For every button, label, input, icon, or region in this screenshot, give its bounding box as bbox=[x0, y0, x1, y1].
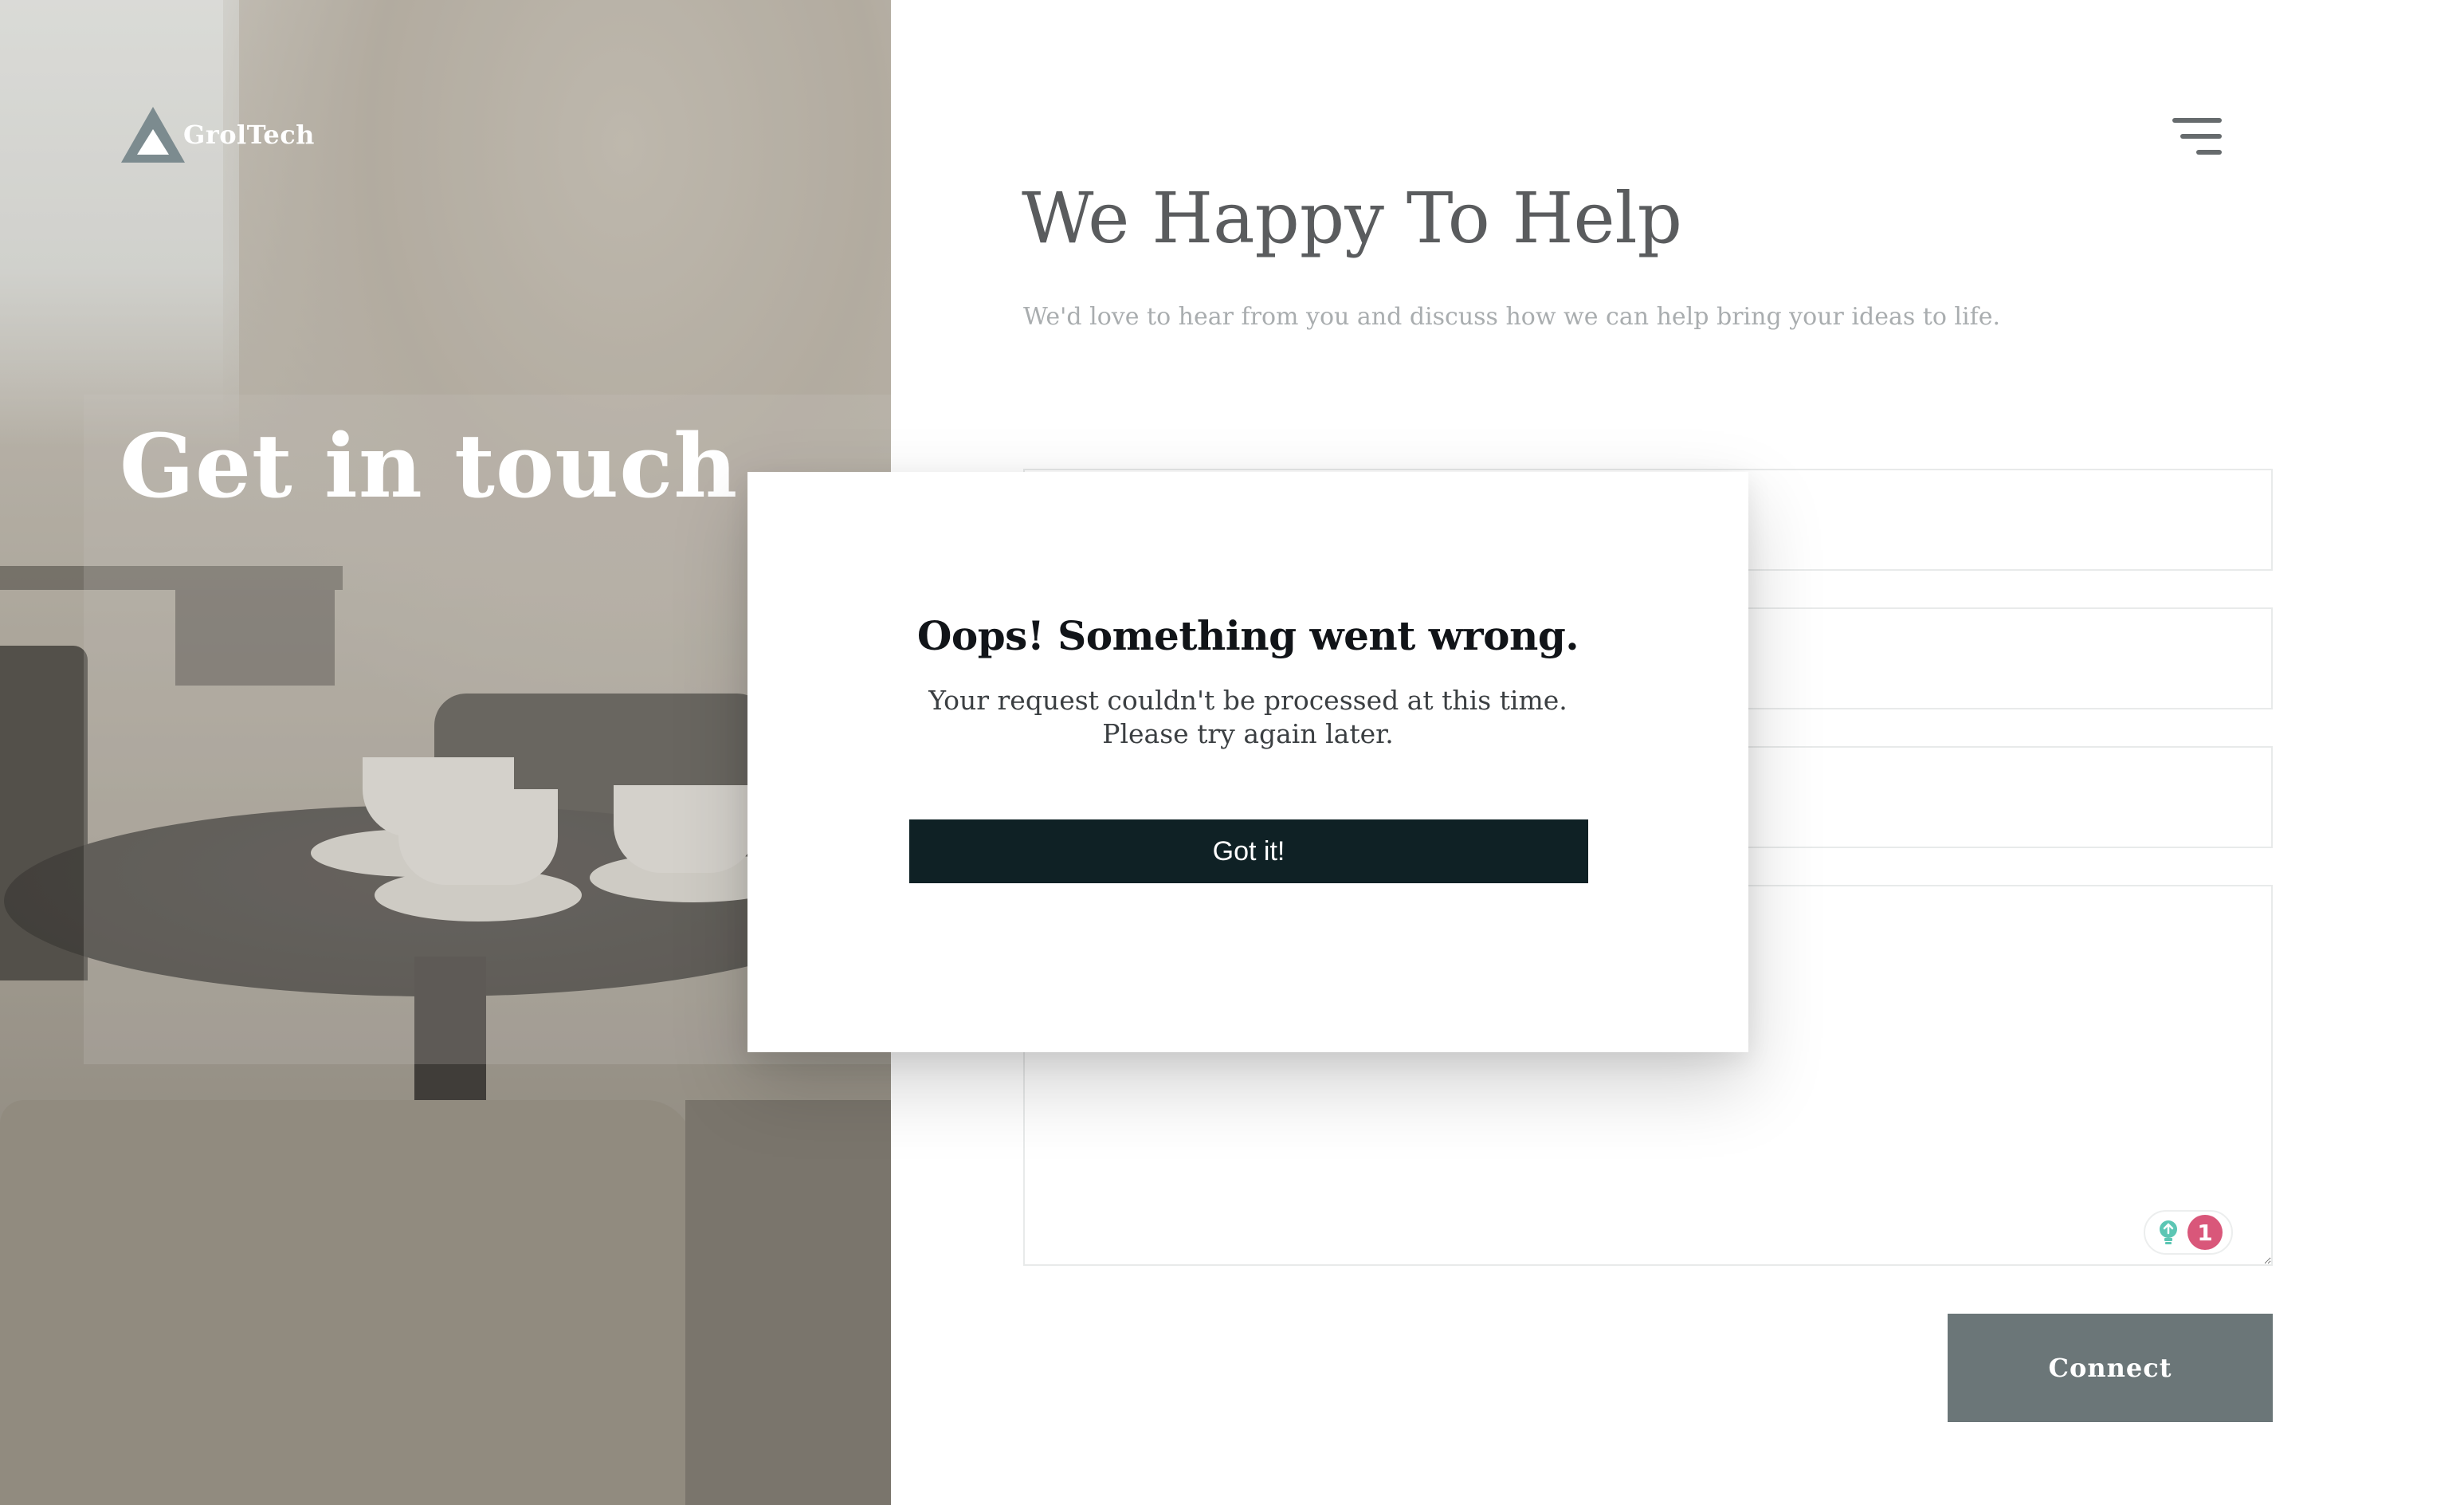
hero-heading: Get in touch bbox=[120, 415, 739, 517]
error-modal: Oops! Something went wrong. Your request… bbox=[747, 472, 1748, 1052]
modal-message: Your request couldn't be processed at th… bbox=[928, 685, 1567, 749]
page-title: We Happy To Help bbox=[1022, 177, 1682, 259]
lightbulb-icon bbox=[2160, 1220, 2177, 1244]
brand-logo[interactable]: GrolTech bbox=[120, 105, 315, 164]
hamburger-menu-icon bbox=[2172, 118, 2222, 123]
modal-title: Oops! Something went wrong. bbox=[916, 612, 1579, 659]
connect-button[interactable]: Connect bbox=[1948, 1314, 2273, 1422]
grammar-extension-badge[interactable]: 1 bbox=[2144, 1210, 2233, 1255]
brand-name: GrolTech bbox=[183, 120, 315, 150]
page: GrolTech Get in touch We Happy To Help W… bbox=[0, 0, 2464, 1505]
hamburger-menu-button[interactable] bbox=[2169, 115, 2222, 159]
page-subtitle: We'd love to hear from you and discuss h… bbox=[1023, 303, 2001, 331]
triangle-logo-icon bbox=[121, 107, 185, 163]
got-it-button[interactable]: Got it! bbox=[909, 819, 1588, 883]
extension-count-badge: 1 bbox=[2187, 1215, 2223, 1250]
